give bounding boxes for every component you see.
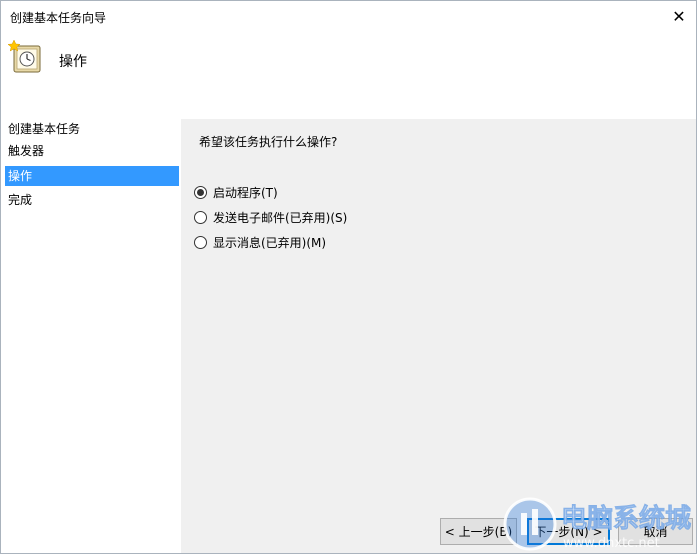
option-send-email-label: 发送电子邮件(已弃用)(S) [213,210,348,225]
close-icon: ✕ [672,7,686,26]
close-button[interactable]: ✕ [662,1,696,32]
page-title: 操作 [59,54,87,70]
step-create-basic-task[interactable]: 创建基本任务 [5,119,179,139]
step-finish[interactable]: 完成 [5,190,179,210]
question-label: 希望该任务执行什么操作? [199,135,338,149]
step-trigger[interactable]: 触发器 [5,141,179,161]
option-display-message-label: 显示消息(已弃用)(M) [213,235,327,250]
radio-start-program[interactable] [194,185,207,199]
option-send-email[interactable]: 发送电子邮件(已弃用)(S) [194,208,347,226]
step-action[interactable]: 操作 [5,166,179,186]
title-bar: 创建基本任务向导 ✕ [1,1,696,32]
window-title: 创建基本任务向导 [10,11,107,25]
wizard-window: 创建基本任务向导 ✕ 操作 创建基本任务 触发器 操作 完成 希望该任务执行什么… [0,0,697,554]
cancel-button[interactable]: 取消 [618,518,693,545]
next-button[interactable]: 下一步(N) > [527,518,610,545]
back-button[interactable]: < 上一步(B) [440,518,517,545]
option-start-program-label: 启动程序(T) [213,185,278,200]
task-scheduler-icon [8,39,41,73]
radio-send-email[interactable] [194,210,207,224]
option-display-message[interactable]: 显示消息(已弃用)(M) [194,233,326,251]
wizard-content: 希望该任务执行什么操作? 启动程序(T) 发送电子邮件(已弃用)(S) 显示消息… [181,119,696,553]
wizard-steps-sidebar: 创建基本任务 触发器 操作 完成 [1,119,181,553]
wizard-header: 操作 [1,32,696,119]
radio-display-message[interactable] [194,235,207,249]
option-start-program[interactable]: 启动程序(T) [194,183,278,201]
